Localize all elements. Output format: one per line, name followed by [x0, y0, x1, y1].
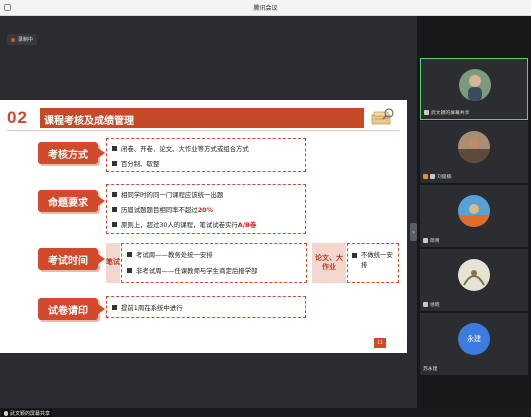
tag-exam-time: 考试时间 — [38, 248, 105, 270]
list-item: 闭卷、开卷、论文、大作业等方式或组合方式 — [112, 144, 249, 153]
books-magnifier-icon — [371, 108, 394, 125]
participant-tile[interactable]: 徐晓 — [420, 249, 528, 311]
photo-avatar-icon — [458, 131, 490, 163]
window-title: 腾讯会议 — [253, 5, 278, 12]
mic-icon — [4, 410, 8, 416]
bullet-square-icon — [112, 207, 117, 212]
bullet-square-icon — [112, 222, 117, 227]
slide-section-number: 02 — [7, 108, 28, 127]
participant-tile[interactable]: 武文颖的屏幕共享 — [420, 58, 528, 120]
host-icon — [423, 174, 428, 179]
presentation-slide: 02 课程考核及成绩管理 考核方式 闭卷、开卷、论文、大作业等方式或组合方式 百… — [0, 100, 407, 353]
recording-dot-icon — [11, 37, 15, 42]
question-requirements-box: 相同学时的同一门课程应该统一出题 历届试题题目相同率不超过 20% 原则上，超过3… — [106, 184, 306, 234]
participant-name-row: 武文颖的屏幕共享 — [424, 109, 469, 116]
text-avatar: 永建 — [458, 323, 490, 355]
recording-indicator[interactable]: 录制中 — [7, 34, 38, 45]
tag-assessment-method: 考核方式 — [38, 142, 105, 164]
participant-name: 刘俊楠 — [437, 175, 452, 180]
bullet-square-icon — [112, 305, 117, 310]
slide-title: 课程考核及成绩管理 — [44, 116, 134, 127]
participant-name-row: 刘俊楠 — [423, 173, 451, 180]
participant-tile[interactable]: 刘俊楠 — [420, 121, 528, 183]
participant-tile[interactable]: 永建 苏永建 — [420, 313, 528, 375]
recording-label: 录制中 — [18, 37, 34, 43]
list-item: 历届试题题目相同率不超过 20% — [112, 205, 213, 214]
mic-icon — [423, 302, 428, 307]
tag-paper-printing: 试卷请印 — [38, 298, 105, 320]
participant-name: 苏永建 — [423, 367, 438, 372]
participant-name: 郎青 — [430, 239, 440, 244]
participant-name-row: 苏永建 — [423, 365, 437, 372]
photo-avatar-icon — [459, 69, 491, 101]
bullet-square-icon — [112, 146, 117, 151]
written-exam-box: 考试周——教务处统一安排 非考试周——任课教师与学生商定后报学部 — [121, 243, 307, 283]
tag-question-requirements: 命题要求 — [38, 190, 105, 212]
shared-screen-area: 录制中 02 课程考核及成绩管理 考核方式 闭卷、开卷、论文、大作业等方式或组合… — [0, 16, 417, 408]
slide-page-number: 11 — [374, 338, 386, 348]
list-item: 原则上，超过30人的课程，笔试试卷实行 A/B卷 — [112, 220, 256, 229]
bullet-square-icon — [112, 161, 117, 166]
list-item: 百分制、取整 — [112, 159, 159, 168]
written-exam-label: 笔试 — [106, 243, 120, 283]
share-owner-label: 武文颖的屏幕共享 — [10, 410, 51, 417]
participant-tile[interactable]: 郎青 — [420, 185, 528, 247]
bullet-square-icon — [112, 192, 117, 197]
bottom-bar: 武文颖的屏幕共享 — [0, 408, 531, 417]
paper-printing-box: 提前1周在系统中进行 — [106, 296, 306, 318]
assessment-method-box: 闭卷、开卷、论文、大作业等方式或组合方式 百分制、取整 — [106, 138, 306, 172]
bullet-square-icon — [127, 252, 132, 257]
participant-name-row: 郎青 — [423, 237, 440, 244]
participants-panel: 武文颖的屏幕共享 刘俊楠 郎青 徐晓 永建 苏永建 — [417, 16, 531, 408]
participant-name: 武文颖的屏幕共享 — [431, 111, 470, 116]
bullet-square-icon — [352, 253, 357, 258]
highlight-ab-paper: A/B卷 — [237, 221, 257, 229]
highlight-percent: 20% — [197, 205, 213, 214]
list-item: 提前1周在系统中进行 — [112, 303, 183, 312]
participant-name: 徐晓 — [430, 303, 440, 308]
paper-project-box: 不做统一安排 — [347, 243, 399, 283]
bullet-square-icon — [127, 268, 132, 273]
list-item: 不做统一安排 — [352, 250, 396, 271]
photo-avatar-icon — [458, 195, 490, 227]
window-titlebar: 腾讯会议 — [0, 0, 531, 16]
title-underline — [7, 130, 399, 131]
mic-icon — [424, 110, 429, 115]
paper-project-label: 论文、大作业 — [312, 243, 346, 283]
list-item: 相同学时的同一门课程应该统一出题 — [112, 190, 223, 199]
participant-name-row: 徐晓 — [423, 301, 440, 308]
screen-share-label: 武文颖的屏幕共享 — [2, 409, 53, 417]
list-item: 非考试周——任课教师与学生商定后报学部 — [127, 266, 257, 275]
mic-icon — [423, 238, 428, 243]
list-item: 考试周——教务处统一安排 — [127, 250, 213, 259]
mic-icon — [430, 174, 435, 179]
collapse-panel-icon[interactable]: › — [410, 223, 417, 241]
photo-avatar-icon — [458, 259, 490, 291]
